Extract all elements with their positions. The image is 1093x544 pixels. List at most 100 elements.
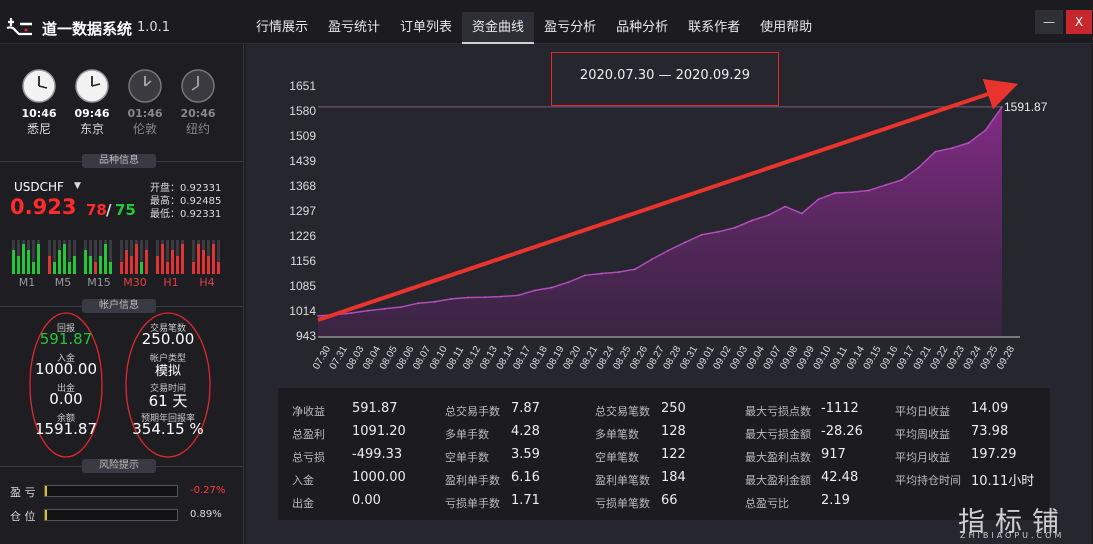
date-range-label: 2020.07.30 — 2020.09.29 [551, 52, 779, 106]
risk-pl-label: 盈 亏 [10, 486, 36, 499]
clock-sydney: 10:46 悉尼 [19, 68, 59, 137]
data-point [751, 219, 753, 222]
data-point [634, 268, 636, 271]
clock-city: 伦敦 [132, 122, 157, 136]
price-pips: 78 [86, 201, 107, 219]
clock-icon [128, 69, 162, 103]
stat-value: 1.71 [511, 493, 540, 508]
stat-label: 盈利单手数 [445, 474, 500, 487]
data-point [383, 308, 386, 310]
data-point [367, 309, 369, 312]
strength-bar [161, 244, 164, 274]
stat-value: 197.29 [971, 447, 1017, 462]
data-point [767, 214, 770, 216]
tab-pnl-stats[interactable]: 盈亏统计 [318, 12, 390, 44]
data-point [550, 286, 553, 289]
trade-time-value: 61 天 [148, 392, 188, 410]
clock-city: 悉尼 [26, 122, 51, 136]
tab-pnl-analysis[interactable]: 盈亏分析 [534, 12, 606, 44]
tab-symbol-analysis[interactable]: 品种分析 [606, 12, 678, 44]
tab-equity-curve[interactable]: 资金曲线 [462, 12, 535, 44]
data-point [400, 306, 403, 308]
risk-position-label: 仓 位 [10, 510, 36, 523]
stat-label: 总交易笔数 [595, 405, 650, 418]
stat-value: 14.09 [971, 401, 1009, 416]
stat-label: 总亏损 [292, 451, 325, 464]
minimize-button[interactable]: — [1035, 10, 1063, 34]
dropdown-arrow-icon[interactable]: ▼ [74, 181, 81, 191]
stat-value: 3.59 [511, 447, 540, 462]
strength-bar [217, 262, 220, 274]
low-price: 最低：0.92331 [150, 209, 222, 220]
tab-market[interactable]: 行情展示 [246, 12, 318, 44]
data-point [967, 142, 970, 144]
app-logo-icon [6, 18, 32, 36]
data-point [851, 191, 853, 194]
stat-label: 平均日收益 [895, 405, 950, 418]
stat-label: 盈利单笔数 [595, 474, 650, 487]
timeframe-m5[interactable]: M5 [48, 232, 78, 289]
data-point [884, 184, 886, 186]
data-point [667, 249, 670, 252]
y-tick-label: 1509 [289, 129, 316, 143]
stat-value: 250 [661, 401, 686, 416]
timeframe-h4[interactable]: H4 [192, 232, 222, 289]
strength-bar [17, 256, 20, 274]
stat-label: 平均月收益 [895, 451, 950, 464]
stat-label: 出金 [292, 497, 314, 510]
tab-contact-author[interactable]: 联系作者 [678, 12, 750, 44]
timeframe-m30[interactable]: M30 [120, 232, 150, 289]
tab-order-list[interactable]: 订单列表 [390, 12, 462, 44]
data-point [684, 241, 686, 244]
data-point [801, 212, 803, 215]
y-tick-label: 1085 [289, 279, 316, 293]
stat-value: 10.11小时 [971, 474, 1035, 489]
strength-bar [197, 244, 200, 274]
strength-bar [156, 256, 159, 274]
tab-help[interactable]: 使用帮助 [750, 12, 822, 44]
strength-bar [120, 262, 123, 274]
strength-bar [135, 244, 138, 274]
data-point [1001, 106, 1003, 108]
deposit-value: 1000.00 [34, 360, 98, 378]
stat-label: 平均持仓时间 [895, 474, 961, 487]
timeframe-h1[interactable]: H1 [156, 232, 186, 289]
strength-bar [63, 244, 66, 274]
strength-bar [145, 250, 148, 274]
clock-tokyo: 09:46 东京 [72, 68, 112, 137]
strength-bar [48, 256, 51, 274]
stat-value: 591.87 [352, 401, 398, 416]
clock-newyork: 20:46 纽约 [178, 68, 218, 137]
data-point [534, 289, 536, 292]
symbol-selector[interactable]: USDCHF [14, 180, 64, 194]
stat-label: 入金 [292, 474, 314, 487]
data-point [417, 302, 419, 305]
stat-value: 66 [661, 493, 678, 508]
timeframe-m15[interactable]: M15 [84, 232, 114, 289]
x-tick-label: 09.28 [995, 344, 1017, 372]
stat-value: 73.98 [971, 424, 1009, 439]
stat-label: 总交易手数 [445, 405, 500, 418]
data-point [517, 294, 519, 297]
stat-value: 1091.20 [352, 424, 406, 439]
data-point [817, 198, 820, 201]
data-point [901, 179, 903, 181]
stat-value: -499.33 [352, 447, 403, 462]
risk-pl-fill [45, 486, 47, 496]
section-label: 品种信息 [82, 154, 156, 168]
stat-value: -1112 [821, 401, 859, 416]
strength-bar [22, 244, 25, 274]
strength-bar [212, 244, 215, 274]
stat-value: -28.26 [821, 424, 863, 439]
last-value-label: 1591.87 [1004, 100, 1048, 114]
section-header-risk: 风险提示 [0, 459, 244, 473]
stat-label: 总盈亏比 [745, 497, 789, 510]
strength-bar [130, 256, 133, 274]
data-point [434, 300, 436, 303]
left-panel: 10:46 悉尼 09:46 东京 01:46 伦敦 20:46 纽约 品种信息… [0, 44, 244, 544]
risk-pl-value: -0.27% [190, 485, 226, 496]
watermark-domain: ZHIBIAOPU.COM [960, 531, 1065, 540]
close-button[interactable]: X [1066, 10, 1092, 34]
timeframe-m1[interactable]: M1 [12, 232, 42, 289]
strength-bar [84, 250, 87, 274]
